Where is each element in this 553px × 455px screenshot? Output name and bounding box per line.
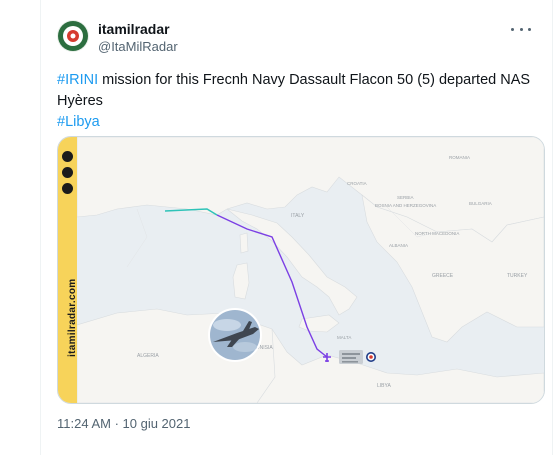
facebook-icon bbox=[62, 183, 73, 194]
flight-track-map: ITALY CROATIA BOSNIA AND HERZEGOVINA SER… bbox=[77, 137, 544, 403]
map-label-malta: MALTA bbox=[337, 335, 351, 340]
tweet-card[interactable]: itamilradar @ItaMilRadar #IRINI mission … bbox=[41, 0, 552, 455]
tweet-timestamp[interactable]: 11:24 AM · 10 giu 2021 bbox=[57, 416, 190, 431]
tweet-text: #IRINI mission for this Frecnh Navy Dass… bbox=[57, 70, 547, 133]
map-label-bosnia: BOSNIA AND HERZEGOVINA bbox=[375, 203, 436, 208]
watermark-strip: itamilradar.com bbox=[58, 137, 78, 403]
map-label-croatia: CROATIA bbox=[347, 181, 367, 186]
avatar[interactable] bbox=[57, 20, 89, 52]
map-label-algeria: ALGERIA bbox=[137, 353, 159, 359]
map-label-north-macedonia: NORTH MACEDONIA bbox=[415, 231, 459, 236]
roundel-logo-icon bbox=[58, 21, 88, 51]
map-label-turkey: TURKEY bbox=[507, 273, 528, 279]
map-label-italy: ITALY bbox=[291, 213, 305, 219]
map-label-greece: GREECE bbox=[432, 273, 454, 279]
map-label-libya: LIBYA bbox=[377, 383, 391, 389]
tweet-media-image[interactable]: itamilradar.com ITALY CROATIA BOSNIA AND… bbox=[57, 136, 545, 404]
aircraft-photo bbox=[208, 308, 262, 362]
french-roundel-icon bbox=[366, 352, 376, 362]
map-label-bulgaria: BULGARIA bbox=[469, 201, 492, 206]
map-label-albania: ALBANIA bbox=[389, 243, 408, 248]
instagram-icon bbox=[62, 151, 73, 162]
map-label-romania: ROMANIA bbox=[449, 155, 470, 160]
twitter-icon bbox=[62, 167, 73, 178]
display-name[interactable]: itamilradar bbox=[98, 21, 170, 37]
hashtag-libya[interactable]: #Libya bbox=[57, 114, 100, 130]
tweet-body: mission for this Frecnh Navy Dassault Fl… bbox=[57, 72, 531, 109]
more-options-icon[interactable] bbox=[511, 22, 531, 36]
map-label-serbia: SERBIA bbox=[397, 195, 414, 200]
hashtag-irini[interactable]: #IRINI bbox=[57, 72, 98, 88]
user-handle[interactable]: @ItaMilRadar bbox=[98, 39, 178, 54]
